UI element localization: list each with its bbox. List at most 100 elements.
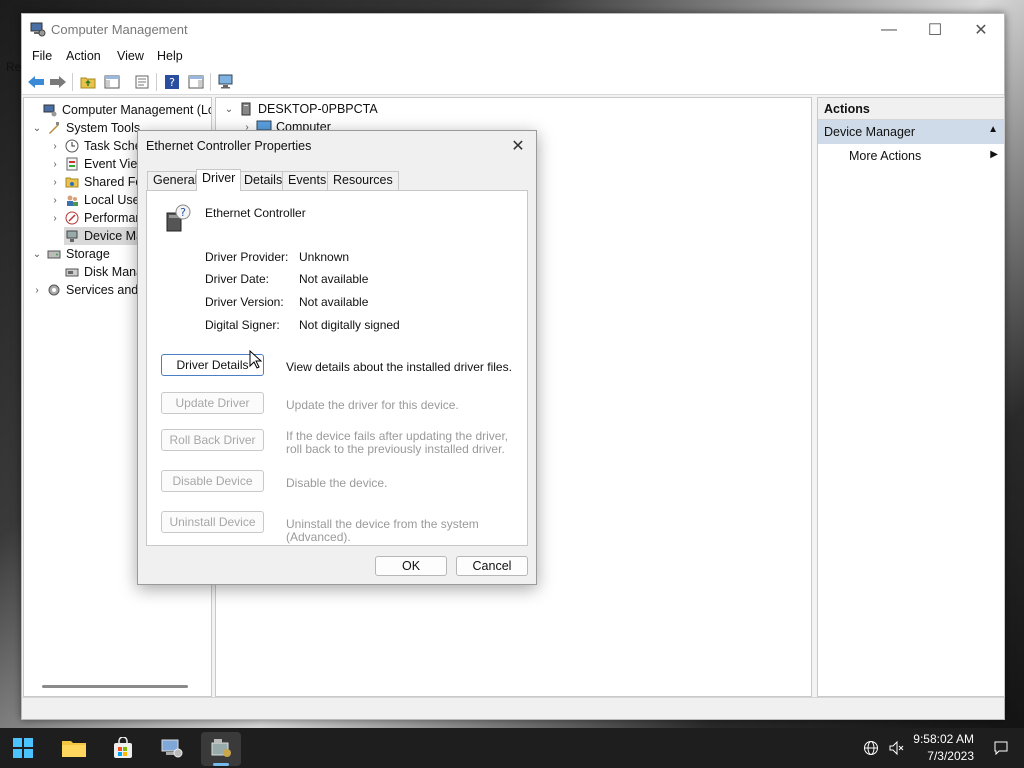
driver-provider-label: Driver Provider:: [205, 250, 289, 264]
title-bar[interactable]: Computer Management — ☐ ✕: [22, 14, 1004, 46]
driver-version-value: Not available: [299, 295, 369, 309]
roll-back-driver-button[interactable]: Roll Back Driver: [161, 429, 264, 451]
tab-general[interactable]: General: [147, 171, 204, 190]
svg-text:?: ?: [180, 206, 186, 219]
menu-help[interactable]: Help: [157, 49, 183, 63]
menu-view[interactable]: View: [117, 49, 144, 63]
speaker-muted-icon[interactable]: [888, 740, 904, 756]
users-icon: [64, 192, 80, 208]
menu-file[interactable]: File: [32, 49, 52, 63]
menu-bar: File Action View Help: [22, 46, 1004, 68]
menu-action[interactable]: Action: [66, 49, 101, 63]
chevron-right-icon[interactable]: ›: [48, 177, 62, 188]
tree-item-computer-management[interactable]: Computer Management (Local: [26, 101, 211, 119]
chevron-down-icon[interactable]: ⌄: [30, 123, 44, 134]
chevron-right-icon[interactable]: ›: [48, 159, 62, 170]
computer-management-taskbar-button[interactable]: [152, 732, 192, 766]
close-button[interactable]: ✕: [958, 14, 1004, 46]
microsoft-store-button[interactable]: [103, 732, 143, 766]
properties-icon[interactable]: [132, 72, 152, 92]
tree-item-storage[interactable]: ⌄ Storage: [30, 245, 110, 263]
chevron-down-icon[interactable]: ⌄: [30, 249, 44, 260]
tab-events[interactable]: Events: [282, 171, 333, 190]
uninstall-device-button[interactable]: Uninstall Device: [161, 511, 264, 533]
device-manager-taskbar-button[interactable]: [201, 732, 241, 766]
shared-folder-icon: [64, 174, 80, 190]
maximize-button[interactable]: ☐: [912, 14, 958, 46]
tree-item-performance[interactable]: › Performanc: [48, 209, 148, 227]
clock-time: 9:58:02 AM: [913, 732, 974, 746]
disk-icon: [64, 264, 80, 280]
driver-provider-value: Unknown: [299, 250, 350, 264]
collapse-up-icon[interactable]: ▲: [988, 124, 998, 135]
tree-item-services-and-applications[interactable]: › Services and A: [30, 281, 149, 299]
computer-icon: [238, 101, 254, 117]
window-title: Computer Management: [51, 22, 188, 37]
unknown-device-icon: ?: [163, 203, 191, 236]
more-actions-item[interactable]: More Actions ▶: [818, 144, 1004, 168]
computer-management-icon: [42, 102, 58, 118]
driver-tab-panel: ? Ethernet Controller Driver Provider: U…: [146, 190, 528, 546]
uninstall-device-description: Uninstall the device from the system (Ad…: [286, 517, 479, 544]
file-explorer-button[interactable]: [54, 732, 94, 766]
ok-button[interactable]: OK: [375, 556, 447, 576]
folder-icon: [61, 737, 87, 762]
tree-item-system-tools[interactable]: ⌄ System Tools: [30, 119, 140, 137]
tab-details[interactable]: Details: [238, 171, 289, 190]
update-driver-button[interactable]: Update Driver: [161, 392, 264, 414]
dialog-close-button[interactable]: ✕: [506, 135, 530, 157]
more-actions-label: More Actions: [849, 149, 922, 163]
device-tree-root[interactable]: ⌄ DESKTOP-0PBPCTA: [222, 100, 378, 118]
desktop-partial-label: Re: [6, 60, 22, 74]
tree-item-local-users[interactable]: › Local Users: [48, 191, 150, 209]
help-icon[interactable]: ?: [162, 72, 182, 92]
show-action-pane-icon[interactable]: [186, 72, 206, 92]
tree-item-label: Computer Management (Local: [62, 103, 211, 117]
notifications-icon[interactable]: [993, 740, 1009, 756]
back-arrow-icon[interactable]: [26, 72, 46, 92]
roll-back-driver-description: If the device fails after updating the d…: [286, 429, 509, 456]
taskbar-clock[interactable]: 9:58:02 AM 7/3/2023: [913, 731, 974, 765]
computer-management-icon: [30, 22, 46, 37]
svg-text:?: ?: [169, 76, 175, 89]
horizontal-scrollbar[interactable]: [42, 685, 188, 688]
chevron-right-icon[interactable]: ›: [48, 141, 62, 152]
actions-pane: Actions Device Manager ▲ More Actions ▶: [817, 97, 1005, 697]
toolbar: ?: [22, 68, 1004, 95]
tree-item-label: Storage: [66, 247, 110, 261]
up-folder-icon[interactable]: [78, 72, 98, 92]
cancel-button[interactable]: Cancel: [456, 556, 528, 576]
active-app-indicator: [213, 763, 229, 766]
chevron-down-icon[interactable]: ⌄: [222, 104, 236, 115]
digital-signer-label: Digital Signer:: [205, 318, 280, 332]
system-tools-icon: [46, 120, 62, 136]
chevron-right-icon[interactable]: ›: [48, 213, 62, 224]
start-button[interactable]: [3, 732, 43, 766]
device-tree-root-label: DESKTOP-0PBPCTA: [258, 102, 378, 116]
chevron-right-icon[interactable]: ›: [30, 285, 44, 296]
actions-header: Actions: [818, 98, 1004, 120]
network-globe-icon[interactable]: [863, 740, 879, 756]
forward-arrow-icon[interactable]: [48, 72, 68, 92]
tab-driver[interactable]: Driver: [196, 169, 242, 191]
status-bar: [22, 697, 1004, 719]
disable-device-button[interactable]: Disable Device: [161, 470, 264, 492]
device-manager-icon: [209, 737, 233, 762]
submenu-arrow-icon: ▶: [990, 149, 998, 160]
minimize-button[interactable]: —: [866, 14, 912, 46]
disable-device-description: Disable the device.: [286, 476, 388, 490]
dialog-title: Ethernet Controller Properties: [146, 139, 312, 153]
actions-section-device-manager[interactable]: Device Manager ▲: [818, 120, 1004, 144]
driver-date-value: Not available: [299, 272, 369, 286]
driver-details-description: View details about the installed driver …: [286, 360, 512, 374]
actions-section-label: Device Manager: [824, 125, 916, 139]
show-hide-tree-icon[interactable]: [102, 72, 122, 92]
scan-hardware-icon[interactable]: [216, 72, 236, 92]
chevron-right-icon[interactable]: ›: [48, 195, 62, 206]
tab-resources[interactable]: Resources: [327, 171, 399, 190]
device-name: Ethernet Controller: [205, 206, 306, 220]
device-manager-icon: [64, 228, 80, 244]
computer-management-icon: [160, 737, 184, 762]
mouse-cursor-icon: [249, 349, 263, 373]
taskbar: 9:58:02 AM 7/3/2023: [0, 728, 1024, 768]
